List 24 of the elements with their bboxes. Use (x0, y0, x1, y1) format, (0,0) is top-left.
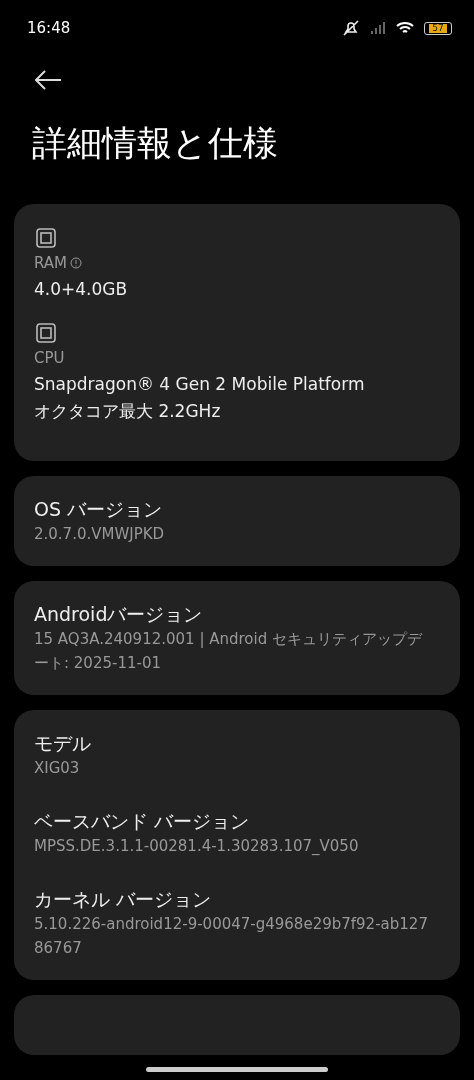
chip-icon (34, 226, 58, 250)
info-title: OS バージョン (34, 497, 164, 522)
info-value: 15 AQ3A.240912.001 | Android セキュリティアップデート: 2025-11-01 (34, 629, 424, 674)
spec-value: Snapdragon® 4 Gen 2 Mobile Platform オクタコア最大 2.2GHz (34, 373, 366, 423)
info-value: 2.0.7.0.VMWJPKD (34, 524, 166, 545)
spec-label: CPU (34, 349, 66, 367)
chip-icon (34, 321, 58, 345)
spec-label: RAM (34, 254, 440, 272)
info-value: 5.10.226-android12-9-00047-g4968e29b7f92-ab12786767 (34, 914, 428, 959)
info-icon[interactable] (70, 257, 83, 269)
back-arrow-icon[interactable] (34, 70, 62, 90)
page-title: 詳細情報と仕様 (32, 122, 279, 165)
signal-icon (370, 21, 386, 35)
wifi-icon (396, 21, 414, 35)
info-value: MPSS.DE.3.1.1-00281.4-1.30283.107_V050 (34, 836, 360, 857)
info-title: ベースバンド バージョン (34, 809, 251, 834)
battery-level-text: 57 (429, 23, 447, 33)
status-time: 16:48 (27, 19, 71, 37)
mute-icon (342, 19, 360, 37)
spec-value: 4.0+4.0GB (34, 278, 129, 301)
info-title: Androidバージョン (34, 602, 204, 627)
info-title: カーネル バージョン (34, 887, 213, 912)
info-title: モデル (34, 731, 92, 756)
info-value: XIG03 (34, 758, 81, 779)
